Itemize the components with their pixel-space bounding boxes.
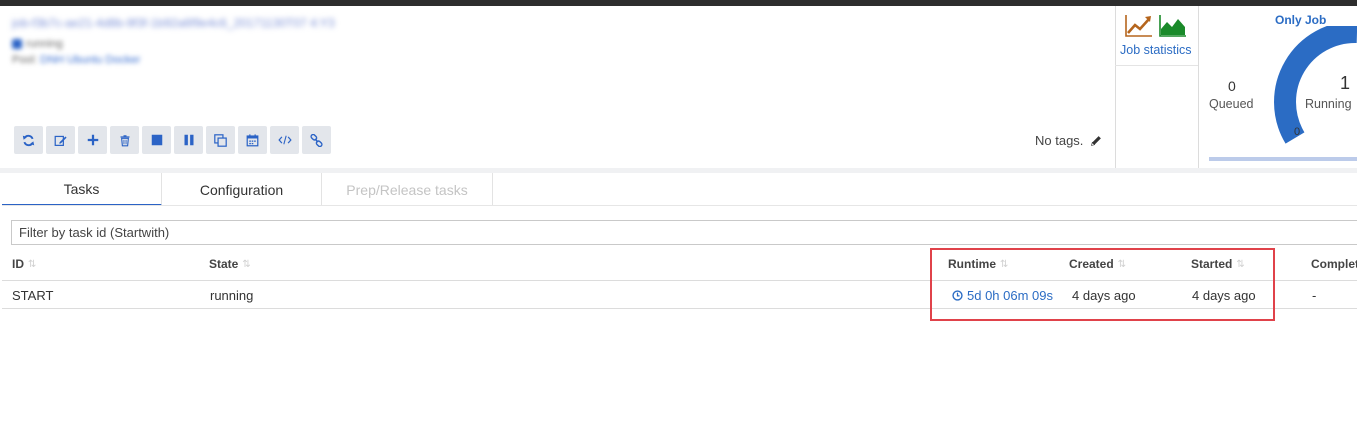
stop-icon bbox=[151, 134, 162, 146]
job-title: job-f3b7c-ae21-4d8b-9f3f-1b92a6f9e4c6_20… bbox=[12, 16, 335, 30]
highlight-box bbox=[930, 248, 1275, 321]
sort-icon: ⇅ bbox=[28, 258, 37, 270]
divider bbox=[1115, 65, 1199, 66]
job-toolbar bbox=[14, 126, 331, 154]
code-icon bbox=[277, 135, 292, 145]
tab-bar: Tasks Configuration Prep/Release tasks bbox=[2, 173, 493, 206]
pencil-icon[interactable] bbox=[1090, 135, 1102, 147]
link-button[interactable] bbox=[302, 126, 331, 154]
gauge-min-label: 0 bbox=[1294, 126, 1301, 138]
add-task-button[interactable] bbox=[78, 126, 107, 154]
task-filter-input[interactable] bbox=[11, 220, 1357, 245]
running-count: 1 bbox=[1340, 73, 1351, 93]
task-id[interactable]: START bbox=[12, 288, 53, 303]
column-header-completed[interactable]: Complet bbox=[1311, 257, 1357, 271]
column-label: ID bbox=[12, 257, 24, 271]
column-header-state[interactable]: State ⇅ bbox=[209, 257, 251, 271]
divider bbox=[1115, 6, 1116, 168]
job-statistics-link[interactable]: Job statistics bbox=[1120, 43, 1192, 57]
calendar-icon bbox=[246, 133, 259, 146]
edit-icon bbox=[54, 135, 67, 146]
plus-icon bbox=[87, 134, 98, 146]
tags-text: No tags. bbox=[1035, 133, 1084, 148]
clone-button[interactable] bbox=[206, 126, 235, 154]
gauge-scrollbar[interactable] bbox=[1209, 157, 1357, 161]
area-chart-icon bbox=[1159, 15, 1186, 37]
job-state-text: running bbox=[26, 38, 63, 50]
schedule-button[interactable] bbox=[238, 126, 267, 154]
terminate-button[interactable] bbox=[142, 126, 171, 154]
tab-tasks[interactable]: Tasks bbox=[2, 173, 162, 206]
copy-icon bbox=[214, 133, 227, 147]
job-pool-label: Pool: bbox=[12, 54, 38, 66]
disable-button[interactable] bbox=[174, 126, 203, 154]
running-label: Running bbox=[1305, 97, 1352, 111]
column-label: Complet bbox=[1311, 257, 1357, 271]
task-state: running bbox=[210, 288, 254, 303]
column-label: State bbox=[209, 257, 239, 271]
edit-button[interactable] bbox=[46, 126, 75, 154]
trash-icon bbox=[120, 134, 129, 146]
state-icon bbox=[12, 39, 22, 49]
pause-icon bbox=[184, 134, 193, 146]
top-bar bbox=[0, 0, 1357, 6]
refresh-button[interactable] bbox=[14, 126, 43, 154]
job-pool: Pool: DNH Ubuntu Docker bbox=[12, 54, 172, 68]
sort-icon: ⇅ bbox=[242, 258, 251, 270]
refresh-icon bbox=[22, 134, 35, 146]
tags-area: No tags. bbox=[1035, 133, 1102, 148]
job-state: running bbox=[12, 37, 63, 51]
tab-prep-release: Prep/Release tasks bbox=[322, 173, 493, 206]
column-header-id[interactable]: ID ⇅ bbox=[12, 257, 36, 271]
link-icon bbox=[310, 133, 323, 147]
tabs-underline bbox=[2, 205, 1357, 206]
task-completed: - bbox=[1312, 288, 1317, 303]
delete-button[interactable] bbox=[110, 126, 139, 154]
json-button[interactable] bbox=[270, 126, 299, 154]
tab-configuration[interactable]: Configuration bbox=[162, 173, 322, 206]
job-pool-link[interactable]: DNH Ubuntu Docker bbox=[40, 54, 140, 66]
queued-count: 0 bbox=[1228, 78, 1236, 94]
job-statistics-icons[interactable] bbox=[1125, 14, 1187, 38]
divider bbox=[1198, 6, 1199, 168]
queued-label: Queued bbox=[1209, 97, 1254, 111]
line-chart-icon bbox=[1125, 15, 1152, 37]
gauge-title: Only Job bbox=[1275, 13, 1327, 27]
